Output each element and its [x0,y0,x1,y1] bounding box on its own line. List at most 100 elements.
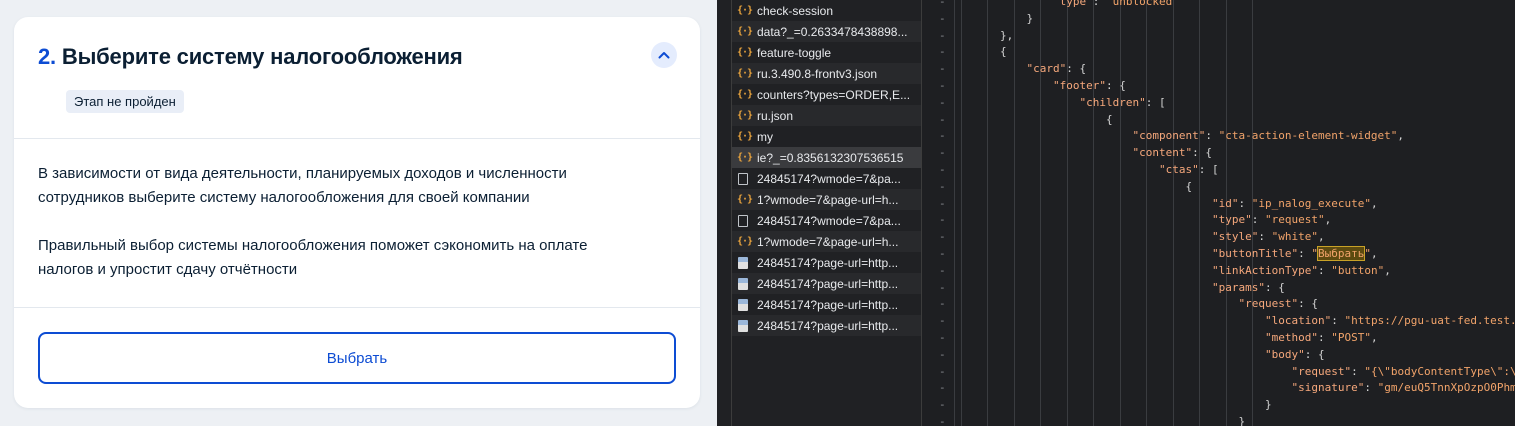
collapse-marker[interactable]: - [939,129,946,142]
code-token: "button" [1331,263,1385,277]
request-name: 24845174?page-url=http... [757,255,899,270]
code-token: "component" [1132,129,1206,143]
code-token: : { [1105,79,1126,92]
network-request-row[interactable]: {·} ru.json [732,105,921,126]
network-request-row[interactable]: 24845174?wmode=7&pa... [732,168,921,189]
collapse-marker[interactable]: - [939,0,946,8]
step-title: 2. Выберите систему налогообложения [38,44,463,70]
code-token: "ip_nalog_execute" [1251,196,1371,210]
collapse-button[interactable] [651,42,677,68]
collapse-marker[interactable]: - [939,213,946,226]
request-name: data?_=0.2633478438898... [757,24,908,39]
code-token: "type" [1053,0,1093,8]
collapse-marker[interactable]: - [939,348,946,361]
network-request-row[interactable]: {·} counters?types=ORDER,E... [732,84,921,105]
response-preview: - "type": "unblocked" -} -}, -{- "card": {- "f… [922,0,1515,426]
code-token: "content" [1132,146,1193,160]
code-token: "card" [1026,62,1067,76]
network-request-row[interactable]: 24845174?page-url=http... [732,294,921,315]
collapse-marker[interactable]: - [939,247,946,260]
network-request-row[interactable]: 24845174?wmode=7&pa... [732,210,921,231]
code-text: "body": { [1265,348,1325,361]
code-line: - "body": { [922,348,1515,365]
code-text: { [1000,45,1007,58]
collapse-marker[interactable]: - [939,96,946,109]
request-name: ru.json [757,108,794,123]
collapse-marker[interactable]: - [939,381,946,394]
request-name: 1?wmode=7&page-url=h... [757,192,899,207]
code-token: : [1364,381,1378,395]
collapse-marker[interactable]: - [939,281,946,294]
network-request-row[interactable]: {·} feature-toggle [732,42,921,63]
code-token: "params" [1212,280,1265,294]
collapse-marker[interactable]: - [939,398,946,411]
request-name: feature-toggle [757,45,832,60]
code-token: "signature" [1291,381,1365,395]
status-badge: Этап не пройден [66,90,184,113]
code-line: - "card": { [922,62,1515,79]
code-line: - "signature": "gm/euQ5TnnXpOzpO0Phmw0nJh… [922,381,1515,398]
fetch-icon: {·} [736,5,753,16]
network-request-row[interactable]: {·} 1?wmode=7&page-url=h... [732,189,921,210]
collapse-marker[interactable]: - [939,297,946,310]
code-token: { [1185,179,1193,193]
request-name: my [757,129,773,144]
image-icon [738,277,748,290]
description-paragraph-1: В зависимости от вида деятельности, план… [38,162,658,210]
network-request-row[interactable]: {·} 1?wmode=7&page-url=h... [732,231,921,252]
collapse-marker[interactable]: - [939,146,946,159]
collapse-marker[interactable]: - [939,415,946,426]
code-line: - "ctas": [ [922,163,1515,180]
network-request-row[interactable]: {·} data?_=0.2633478438898... [732,21,921,42]
code-token: "style" [1212,230,1259,244]
code-line: - "children": [ [922,96,1515,113]
code-line: -} [922,415,1515,426]
collapse-marker[interactable]: - [939,79,946,92]
code-text: "ctas": [ [1159,163,1219,176]
collapse-marker[interactable]: - [939,314,946,327]
code-token: "gm/euQ5TnnXpOzpO0Phmw0nJhXYZ" [1377,381,1515,395]
code-line: -} [922,398,1515,415]
request-name: ie?_=0.8356132307536515 [757,150,904,165]
code-token: , [1370,247,1378,260]
network-request-row[interactable]: 24845174?page-url=http... [732,273,921,294]
network-request-row[interactable]: {·} check-session [732,0,921,21]
collapse-marker[interactable]: - [939,264,946,277]
code-token: : [1251,213,1265,227]
collapse-marker[interactable]: - [939,197,946,210]
code-text: }, [1000,29,1013,42]
code-text: "type": "unblocked" [1053,0,1179,8]
request-name: 24845174?wmode=7&pa... [757,213,901,228]
panel-splitter[interactable] [717,0,732,426]
code-token: : { [1264,280,1285,294]
collapse-marker[interactable]: - [939,365,946,378]
code-token: "location" [1265,314,1332,328]
code-line: - "footer": { [922,79,1515,96]
fetch-icon: {·} [736,89,753,100]
code-text: "content": { [1133,146,1212,159]
collapse-marker[interactable]: - [939,29,946,42]
code-token: : [1351,364,1365,378]
divider [14,307,700,308]
collapse-marker[interactable]: - [939,230,946,243]
collapse-marker[interactable]: - [939,12,946,25]
network-request-row[interactable]: 24845174?page-url=http... [732,252,921,273]
code-token: "request" [1238,297,1299,311]
collapse-marker[interactable]: - [939,113,946,126]
collapse-marker[interactable]: - [939,163,946,176]
code-text: "children": [ [1080,96,1166,109]
collapse-marker[interactable]: - [939,45,946,58]
collapse-marker[interactable]: - [939,180,946,193]
select-button[interactable]: Выбрать [38,332,676,384]
code-token: : [1258,230,1272,244]
network-request-row[interactable]: {·} ru.3.490.8-frontv3.json [732,63,921,84]
code-line: - "type": "unblocked" [922,0,1515,12]
code-line: - "request": "{\"bodyContentType\":\"appl… [922,365,1515,382]
network-request-row[interactable]: 24845174?page-url=http... [732,315,921,336]
collapse-marker[interactable]: - [939,62,946,75]
collapse-marker[interactable]: - [939,331,946,344]
network-request-row[interactable]: {·} ie?_=0.8356132307536515 [732,147,921,168]
code-text: "request": { [1239,297,1318,310]
network-request-row[interactable]: {·} my [732,126,921,147]
code-token: : [ [1145,95,1166,109]
